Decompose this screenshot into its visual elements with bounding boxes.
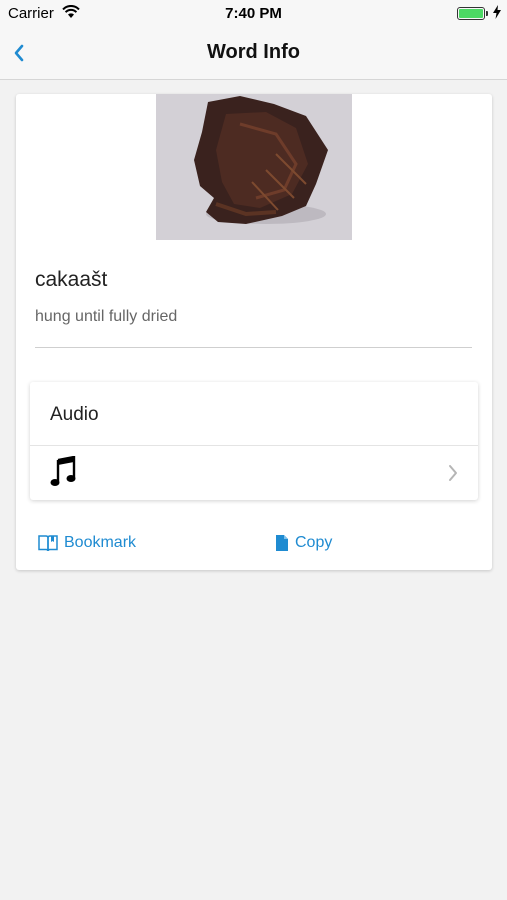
document-icon [276,535,288,551]
audio-play-row[interactable] [30,446,478,500]
navigation-bar: Word Info [0,28,507,80]
battery-tip [486,11,488,16]
music-note-icon [50,455,78,493]
page-title: Word Info [207,41,300,63]
battery-icon [457,7,485,20]
copy-label: Copy [295,534,333,551]
book-icon [38,535,58,552]
word-title: cakaašt [35,268,108,291]
charging-icon [493,5,501,23]
bookmark-button[interactable]: Bookmark [38,531,136,555]
audio-section: Audio [30,382,478,500]
word-card: cakaašt hung until fully dried Audio Boo… [16,94,492,570]
copy-button[interactable]: Copy [275,531,332,555]
word-image [156,94,352,240]
clock-time: 7:40 PM [225,5,282,22]
word-definition: hung until fully dried [35,308,178,325]
divider [35,347,472,348]
chevron-right-icon [448,464,458,487]
audio-header: Audio [50,404,99,425]
status-bar: Carrier 7:40 PM [0,0,507,28]
bookmark-label: Bookmark [64,534,137,551]
